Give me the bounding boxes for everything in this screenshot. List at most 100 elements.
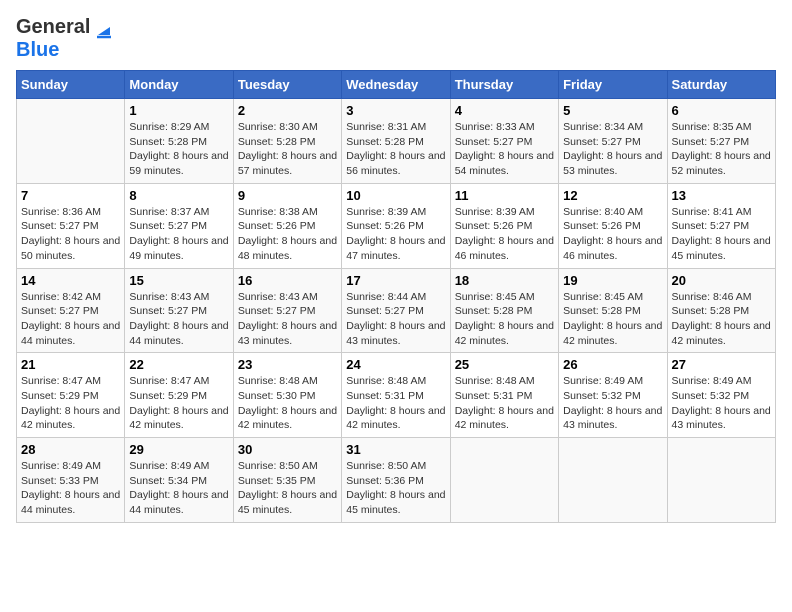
day-info: Sunrise: 8:47 AMSunset: 5:29 PMDaylight:… [21, 374, 120, 433]
day-info: Sunrise: 8:30 AMSunset: 5:28 PMDaylight:… [238, 120, 337, 179]
day-info: Sunrise: 8:40 AMSunset: 5:26 PMDaylight:… [563, 205, 662, 264]
day-info: Sunrise: 8:43 AMSunset: 5:27 PMDaylight:… [129, 290, 228, 349]
calendar-cell: 20 Sunrise: 8:46 AMSunset: 5:28 PMDayligh… [667, 268, 775, 353]
calendar-cell: 24Sunrise: 8:48 AMSunset: 5:31 PMDayligh… [342, 353, 450, 438]
calendar-week-row: 7 Sunrise: 8:36 AMSunset: 5:27 PMDaylight… [17, 183, 776, 268]
page-header: General Blue [16, 16, 776, 62]
weekday-header-row: SundayMondayTuesdayWednesdayThursdayFrid… [17, 71, 776, 99]
day-info: Sunrise: 8:37 AMSunset: 5:27 PMDaylight:… [129, 205, 228, 264]
day-number: 1 [129, 103, 228, 118]
day-info: Sunrise: 8:31 AMSunset: 5:28 PMDaylight:… [346, 120, 445, 179]
calendar-cell: 22Sunrise: 8:47 AMSunset: 5:29 PMDayligh… [125, 353, 233, 438]
calendar-cell: 26 Sunrise: 8:49 AMSunset: 5:32 PMDayligh… [559, 353, 667, 438]
day-number: 14 [21, 273, 120, 288]
weekday-header: Tuesday [233, 71, 341, 99]
calendar-cell: 23Sunrise: 8:48 AMSunset: 5:30 PMDayligh… [233, 353, 341, 438]
day-info: Sunrise: 8:49 AMSunset: 5:32 PMDaylight:… [563, 374, 662, 433]
weekday-header: Thursday [450, 71, 558, 99]
day-info: Sunrise: 8:45 AMSunset: 5:28 PMDaylight:… [563, 290, 662, 349]
day-number: 7 [21, 188, 120, 203]
day-info: Sunrise: 8:42 AMSunset: 5:27 PMDaylight:… [21, 290, 120, 349]
calendar-cell: 12 Sunrise: 8:40 AMSunset: 5:26 PMDayligh… [559, 183, 667, 268]
day-number: 3 [346, 103, 445, 118]
day-number: 21 [21, 357, 120, 372]
calendar-cell [450, 438, 558, 523]
calendar-cell [559, 438, 667, 523]
calendar-cell: 11Sunrise: 8:39 AMSunset: 5:26 PMDayligh… [450, 183, 558, 268]
calendar-cell: 19Sunrise: 8:45 AMSunset: 5:28 PMDayligh… [559, 268, 667, 353]
logo-blue: Blue [16, 39, 59, 62]
day-number: 18 [455, 273, 554, 288]
calendar-cell: 13 Sunrise: 8:41 AMSunset: 5:27 PMDayligh… [667, 183, 775, 268]
logo-icon [92, 17, 114, 39]
weekday-header: Monday [125, 71, 233, 99]
day-info: Sunrise: 8:33 AMSunset: 5:27 PMDaylight:… [455, 120, 554, 179]
day-info: Sunrise: 8:50 AMSunset: 5:35 PMDaylight:… [238, 459, 337, 518]
day-info: Sunrise: 8:36 AMSunset: 5:27 PMDaylight:… [21, 205, 120, 264]
day-number: 25 [455, 357, 554, 372]
calendar-cell: 8 Sunrise: 8:37 AMSunset: 5:27 PMDaylight… [125, 183, 233, 268]
day-number: 28 [21, 442, 120, 457]
day-number: 30 [238, 442, 337, 457]
day-number: 16 [238, 273, 337, 288]
day-number: 13 [672, 188, 771, 203]
day-number: 9 [238, 188, 337, 203]
calendar-cell [667, 438, 775, 523]
day-number: 26 [563, 357, 662, 372]
logo-general: General [16, 16, 90, 39]
day-info: Sunrise: 8:46 AMSunset: 5:28 PMDaylight:… [672, 290, 771, 349]
day-info: Sunrise: 8:35 AMSunset: 5:27 PMDaylight:… [672, 120, 771, 179]
calendar-cell: 5 Sunrise: 8:34 AMSunset: 5:27 PMDaylight… [559, 99, 667, 184]
calendar-cell: 14 Sunrise: 8:42 AMSunset: 5:27 PMDayligh… [17, 268, 125, 353]
calendar-cell: 16Sunrise: 8:43 AMSunset: 5:27 PMDayligh… [233, 268, 341, 353]
calendar-week-row: 28 Sunrise: 8:49 AMSunset: 5:33 PMDayligh… [17, 438, 776, 523]
day-number: 5 [563, 103, 662, 118]
calendar-cell: 3 Sunrise: 8:31 AMSunset: 5:28 PMDaylight… [342, 99, 450, 184]
calendar-cell: 7 Sunrise: 8:36 AMSunset: 5:27 PMDaylight… [17, 183, 125, 268]
day-number: 31 [346, 442, 445, 457]
day-info: Sunrise: 8:49 AMSunset: 5:34 PMDaylight:… [129, 459, 228, 518]
calendar-cell: 25 Sunrise: 8:48 AMSunset: 5:31 PMDayligh… [450, 353, 558, 438]
day-info: Sunrise: 8:45 AMSunset: 5:28 PMDaylight:… [455, 290, 554, 349]
day-info: Sunrise: 8:34 AMSunset: 5:27 PMDaylight:… [563, 120, 662, 179]
day-number: 27 [672, 357, 771, 372]
day-number: 8 [129, 188, 228, 203]
calendar-cell: 21 Sunrise: 8:47 AMSunset: 5:29 PMDayligh… [17, 353, 125, 438]
calendar-cell: 30 Sunrise: 8:50 AMSunset: 5:35 PMDayligh… [233, 438, 341, 523]
day-number: 12 [563, 188, 662, 203]
calendar-table: SundayMondayTuesdayWednesdayThursdayFrid… [16, 70, 776, 523]
calendar-cell [17, 99, 125, 184]
day-info: Sunrise: 8:50 AMSunset: 5:36 PMDaylight:… [346, 459, 445, 518]
day-info: Sunrise: 8:29 AMSunset: 5:28 PMDaylight:… [129, 120, 228, 179]
calendar-week-row: 14 Sunrise: 8:42 AMSunset: 5:27 PMDayligh… [17, 268, 776, 353]
calendar-cell: 2Sunrise: 8:30 AMSunset: 5:28 PMDaylight… [233, 99, 341, 184]
day-info: Sunrise: 8:47 AMSunset: 5:29 PMDaylight:… [129, 374, 228, 433]
calendar-cell: 10Sunrise: 8:39 AMSunset: 5:26 PMDayligh… [342, 183, 450, 268]
weekday-header: Friday [559, 71, 667, 99]
weekday-header: Sunday [17, 71, 125, 99]
day-info: Sunrise: 8:48 AMSunset: 5:31 PMDaylight:… [455, 374, 554, 433]
day-info: Sunrise: 8:49 AMSunset: 5:33 PMDaylight:… [21, 459, 120, 518]
calendar-cell: 18 Sunrise: 8:45 AMSunset: 5:28 PMDayligh… [450, 268, 558, 353]
calendar-cell: 28 Sunrise: 8:49 AMSunset: 5:33 PMDayligh… [17, 438, 125, 523]
calendar-week-row: 21 Sunrise: 8:47 AMSunset: 5:29 PMDayligh… [17, 353, 776, 438]
day-number: 6 [672, 103, 771, 118]
day-number: 20 [672, 273, 771, 288]
day-number: 15 [129, 273, 228, 288]
day-info: Sunrise: 8:49 AMSunset: 5:32 PMDaylight:… [672, 374, 771, 433]
calendar-cell: 4 Sunrise: 8:33 AMSunset: 5:27 PMDaylight… [450, 99, 558, 184]
day-number: 17 [346, 273, 445, 288]
day-number: 4 [455, 103, 554, 118]
calendar-cell: 6 Sunrise: 8:35 AMSunset: 5:27 PMDaylight… [667, 99, 775, 184]
calendar-cell: 9Sunrise: 8:38 AMSunset: 5:26 PMDaylight… [233, 183, 341, 268]
day-number: 10 [346, 188, 445, 203]
day-info: Sunrise: 8:41 AMSunset: 5:27 PMDaylight:… [672, 205, 771, 264]
day-number: 23 [238, 357, 337, 372]
day-info: Sunrise: 8:48 AMSunset: 5:31 PMDaylight:… [346, 374, 445, 433]
day-number: 29 [129, 442, 228, 457]
calendar-cell: 1 Sunrise: 8:29 AMSunset: 5:28 PMDaylight… [125, 99, 233, 184]
calendar-cell: 29 Sunrise: 8:49 AMSunset: 5:34 PMDayligh… [125, 438, 233, 523]
day-info: Sunrise: 8:44 AMSunset: 5:27 PMDaylight:… [346, 290, 445, 349]
calendar-cell: 17 Sunrise: 8:44 AMSunset: 5:27 PMDayligh… [342, 268, 450, 353]
weekday-header: Saturday [667, 71, 775, 99]
